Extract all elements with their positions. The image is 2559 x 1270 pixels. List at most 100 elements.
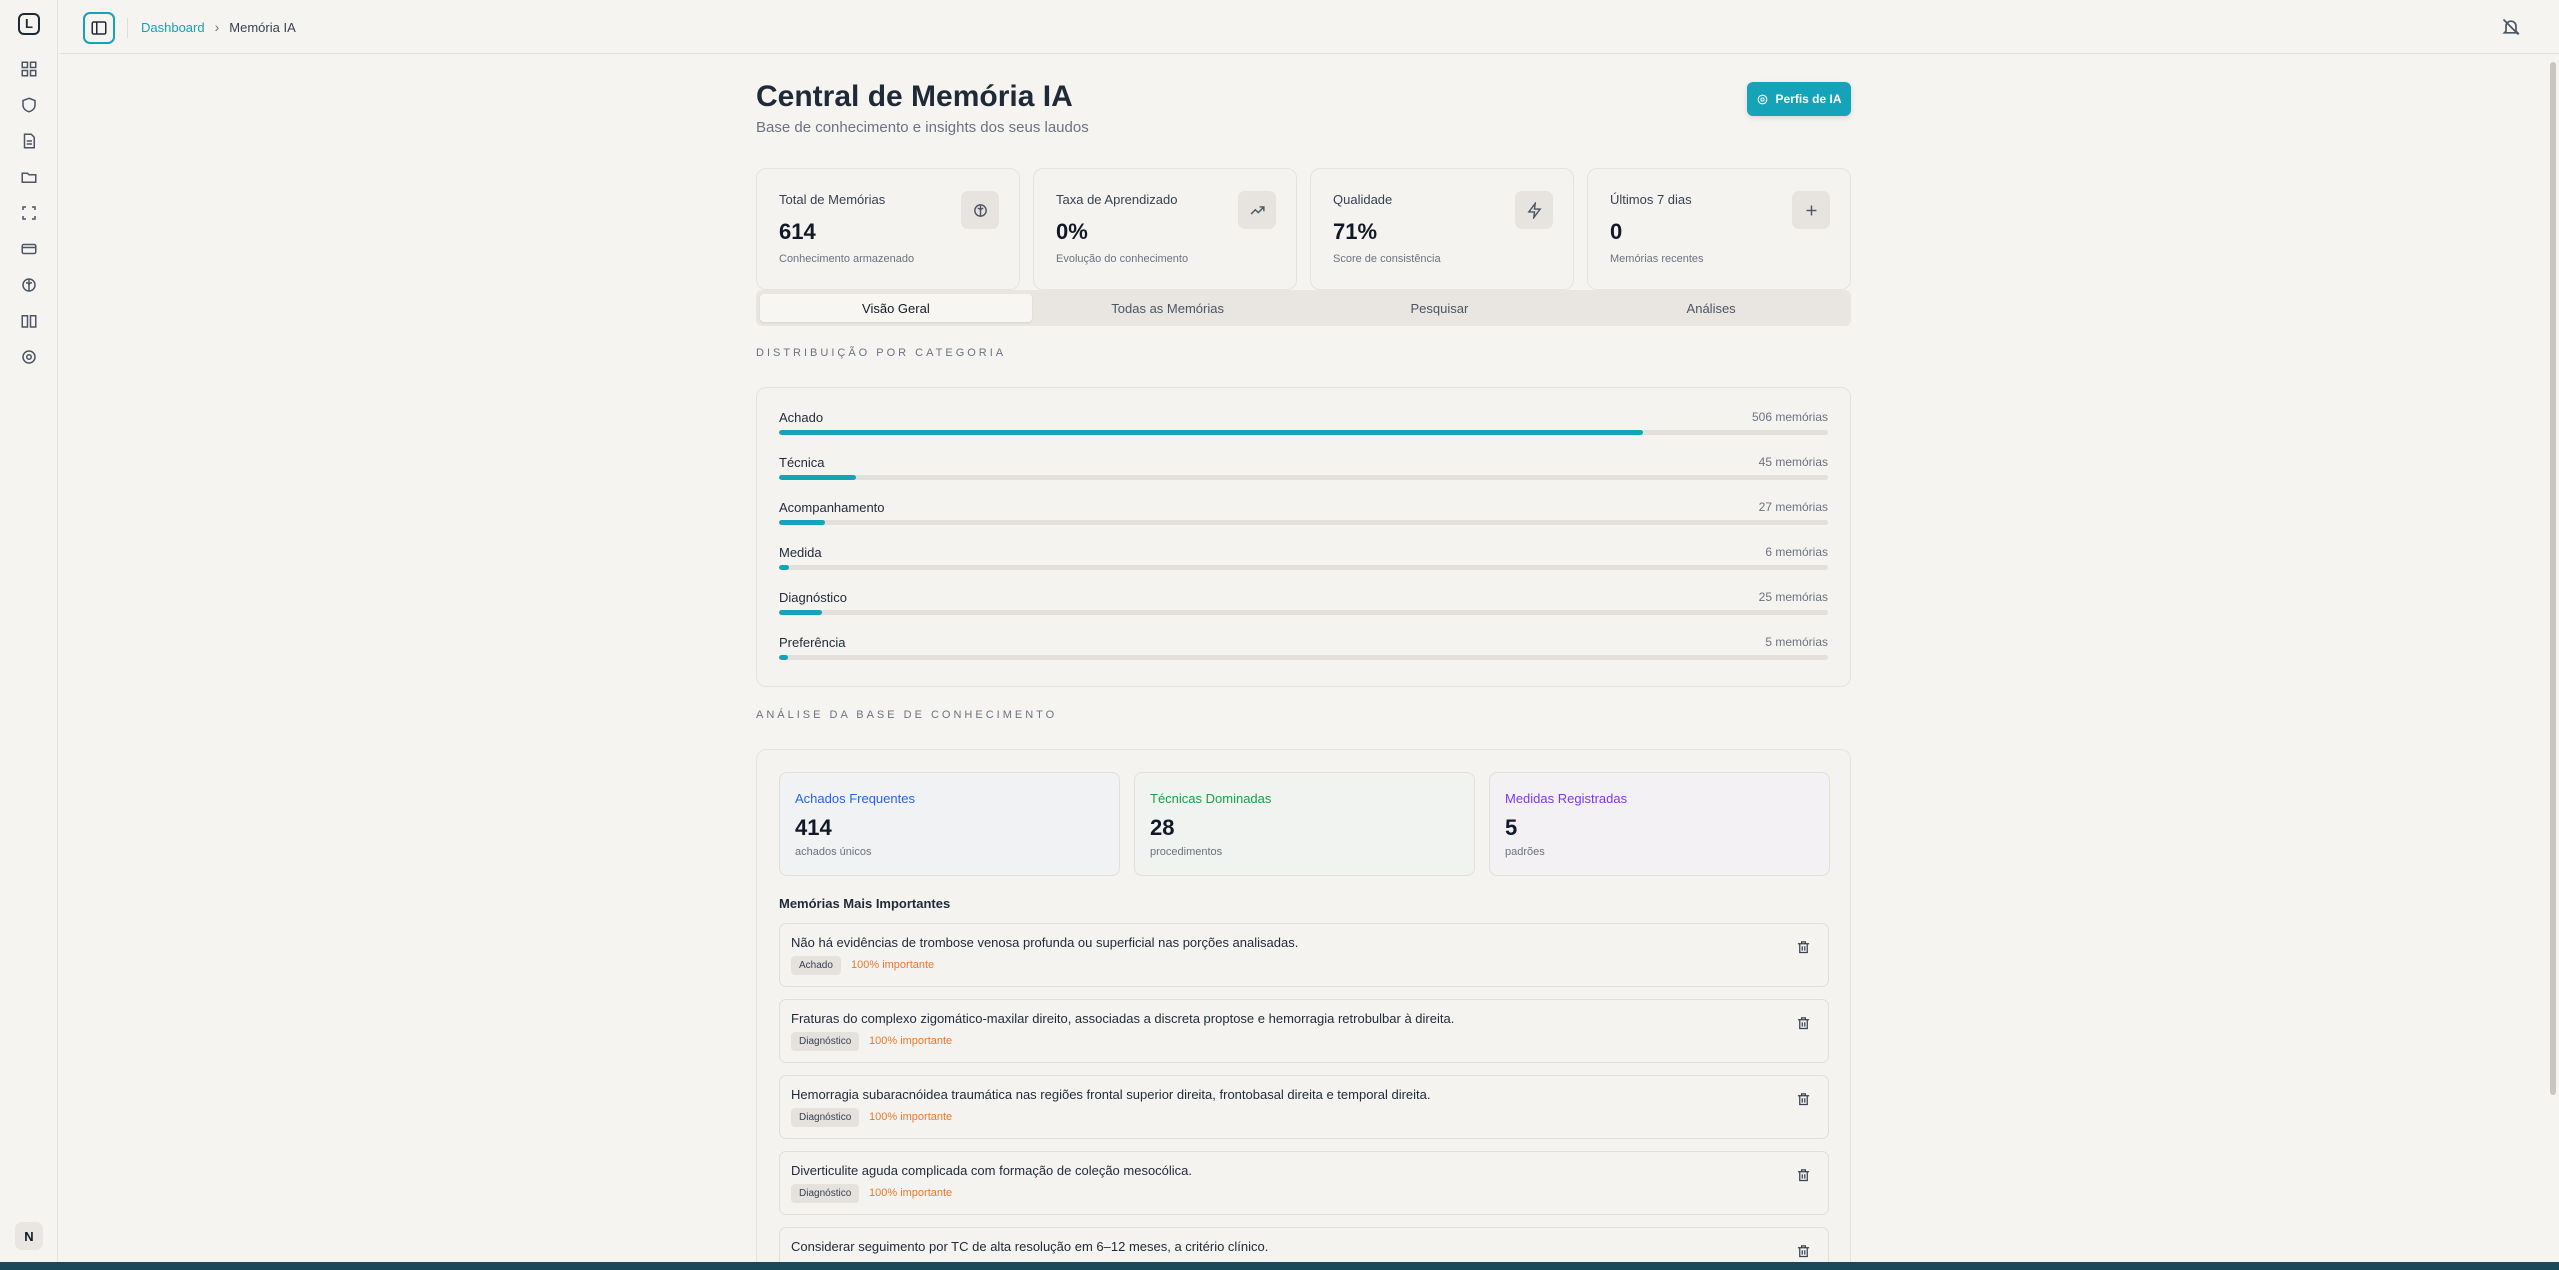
tab-all-memories[interactable]: Todas as Memórias — [1032, 294, 1304, 322]
memory-text: Diverticulite aguda complicada com forma… — [791, 1163, 1193, 1178]
stat-desc: Memórias recentes — [1610, 253, 1704, 265]
tab-search[interactable]: Pesquisar — [1304, 294, 1576, 322]
bottom-band — [0, 1262, 2559, 1270]
stat-value: 71% — [1333, 219, 1378, 244]
document-icon[interactable] — [17, 129, 41, 153]
category-progress-fill — [779, 475, 856, 480]
memory-text: Fraturas do complexo zigomático-maxilar … — [791, 1011, 1455, 1026]
gear-icon[interactable] — [17, 345, 41, 369]
category-name: Acompanhamento — [779, 500, 885, 515]
memory-text: Hemorragia subaracnóidea traumática nas … — [791, 1087, 1431, 1102]
category-name: Preferência — [779, 635, 846, 650]
category-row: Achado 506 memórias — [779, 410, 1828, 436]
category-progress-track — [779, 565, 1828, 570]
stat-label: Taxa de Aprendizado — [1056, 192, 1178, 207]
distribution-section-label: Distribuição por Categoria — [756, 347, 1007, 359]
stat-desc: Evolução do conhecimento — [1056, 253, 1189, 265]
tab-overview[interactable]: Visão Geral — [760, 294, 1032, 322]
memory-category-tag: Diagnóstico — [791, 1032, 860, 1051]
trash-icon[interactable] — [1796, 1092, 1812, 1108]
stat-desc: Score de consistência — [1333, 253, 1441, 265]
mini-card-title: Medidas Registradas — [1505, 791, 1628, 806]
divider — [127, 18, 128, 38]
memory-importance: 100% importante — [869, 1111, 953, 1123]
memory-importance: 100% importante — [851, 959, 935, 971]
brain-icon — [961, 191, 999, 229]
sidebar-toggle-button[interactable] — [83, 12, 115, 44]
category-name: Diagnóstico — [779, 590, 847, 605]
category-count: 6 memórias — [1765, 545, 1828, 559]
category-name: Medida — [779, 545, 822, 560]
ai-profiles-button[interactable]: Perfis de IA — [1747, 82, 1851, 116]
stat-label: Qualidade — [1333, 192, 1393, 207]
trending-up-icon — [1238, 191, 1276, 229]
trash-icon[interactable] — [1796, 1016, 1812, 1032]
trash-icon[interactable] — [1796, 1168, 1812, 1184]
trash-icon[interactable] — [1796, 1244, 1812, 1260]
mini-card-desc: procedimentos — [1150, 846, 1223, 858]
memory-importance: 100% importante — [869, 1035, 953, 1047]
page-title: Central de Memória IA — [756, 80, 1073, 113]
registered-measures-card: Medidas Registradas 5 padrões — [1489, 772, 1830, 876]
stat-label: Últimos 7 dias — [1610, 192, 1692, 207]
shield-icon[interactable] — [17, 93, 41, 117]
scan-icon[interactable] — [17, 201, 41, 225]
folder-icon[interactable] — [17, 165, 41, 189]
memory-item: Hemorragia subaracnóidea traumática nas … — [779, 1075, 1829, 1139]
category-progress-track — [779, 655, 1828, 660]
memory-category-tag: Achado — [791, 956, 841, 975]
trash-icon[interactable] — [1796, 940, 1812, 956]
sidebar-rail: L N — [0, 0, 58, 1262]
app-logo[interactable]: L — [18, 13, 40, 35]
grid-icon[interactable] — [17, 57, 41, 81]
category-progress-fill — [779, 520, 826, 525]
stat-card-learning-rate: Taxa de Aprendizado 0% Evolução do conhe… — [1033, 168, 1297, 290]
analysis-section-label: Análise da Base de Conhecimento — [756, 709, 1058, 721]
memory-text: Não há evidências de trombose venosa pro… — [791, 935, 1299, 950]
breadcrumb-current: Memória IA — [229, 19, 296, 35]
stat-value: 0% — [1056, 219, 1088, 244]
mini-card-title: Técnicas Dominadas — [1150, 791, 1272, 806]
knowledge-analysis-card: Achados Frequentes 414 achados únicos Té… — [756, 749, 1851, 1270]
category-progress-track — [779, 520, 1828, 525]
stat-label: Total de Memórias — [779, 192, 886, 207]
stat-desc: Conhecimento armazenado — [779, 253, 915, 265]
category-progress-fill — [779, 430, 1644, 435]
stat-card-quality: Qualidade 71% Score de consistência — [1310, 168, 1574, 290]
category-count: 506 memórias — [1751, 410, 1828, 424]
scrollbar-thumb[interactable] — [2550, 62, 2556, 1095]
brain-icon[interactable] — [17, 273, 41, 297]
category-progress-track — [779, 475, 1828, 480]
chevron-right-icon: › — [214, 19, 220, 35]
mini-card-desc: achados únicos — [795, 846, 872, 858]
card-icon[interactable] — [17, 237, 41, 261]
zap-icon — [1515, 191, 1553, 229]
breadcrumb-dashboard-link[interactable]: Dashboard — [141, 20, 205, 35]
memory-category-tag: Diagnóstico — [791, 1108, 860, 1127]
category-row: Acompanhamento 27 memórias — [779, 500, 1828, 526]
bell-off-icon[interactable] — [2501, 17, 2521, 37]
mastered-techniques-card: Técnicas Dominadas 28 procedimentos — [1134, 772, 1475, 876]
frequent-findings-card: Achados Frequentes 414 achados únicos — [779, 772, 1120, 876]
category-count: 45 memórias — [1758, 455, 1828, 469]
memory-text: Considerar seguimento por TC de alta res… — [791, 1239, 1269, 1254]
user-avatar[interactable]: N — [15, 1222, 43, 1250]
plus-icon — [1792, 191, 1830, 229]
category-count: 5 memórias — [1765, 635, 1828, 649]
mini-card-title: Achados Frequentes — [795, 791, 915, 806]
category-row: Diagnóstico 25 memórias — [779, 590, 1828, 616]
tabs: Visão Geral Todas as Memórias Pesquisar … — [756, 290, 1851, 326]
category-name: Técnica — [779, 455, 825, 470]
panel-left-icon — [91, 21, 107, 35]
category-progress-track — [779, 430, 1828, 435]
category-progress-fill — [779, 565, 790, 570]
book-icon[interactable] — [17, 309, 41, 333]
memory-importance: 100% importante — [869, 1187, 953, 1199]
mini-card-value: 414 — [795, 815, 832, 840]
mini-card-value: 28 — [1150, 815, 1175, 840]
tab-analyses[interactable]: Análises — [1575, 294, 1847, 322]
category-row: Técnica 45 memórias — [779, 455, 1828, 481]
important-memories-title: Memórias Mais Importantes — [779, 896, 951, 911]
stats-row: Total de Memórias 614 Conhecimento armaz… — [756, 168, 1851, 290]
gear-icon — [1758, 94, 1768, 104]
